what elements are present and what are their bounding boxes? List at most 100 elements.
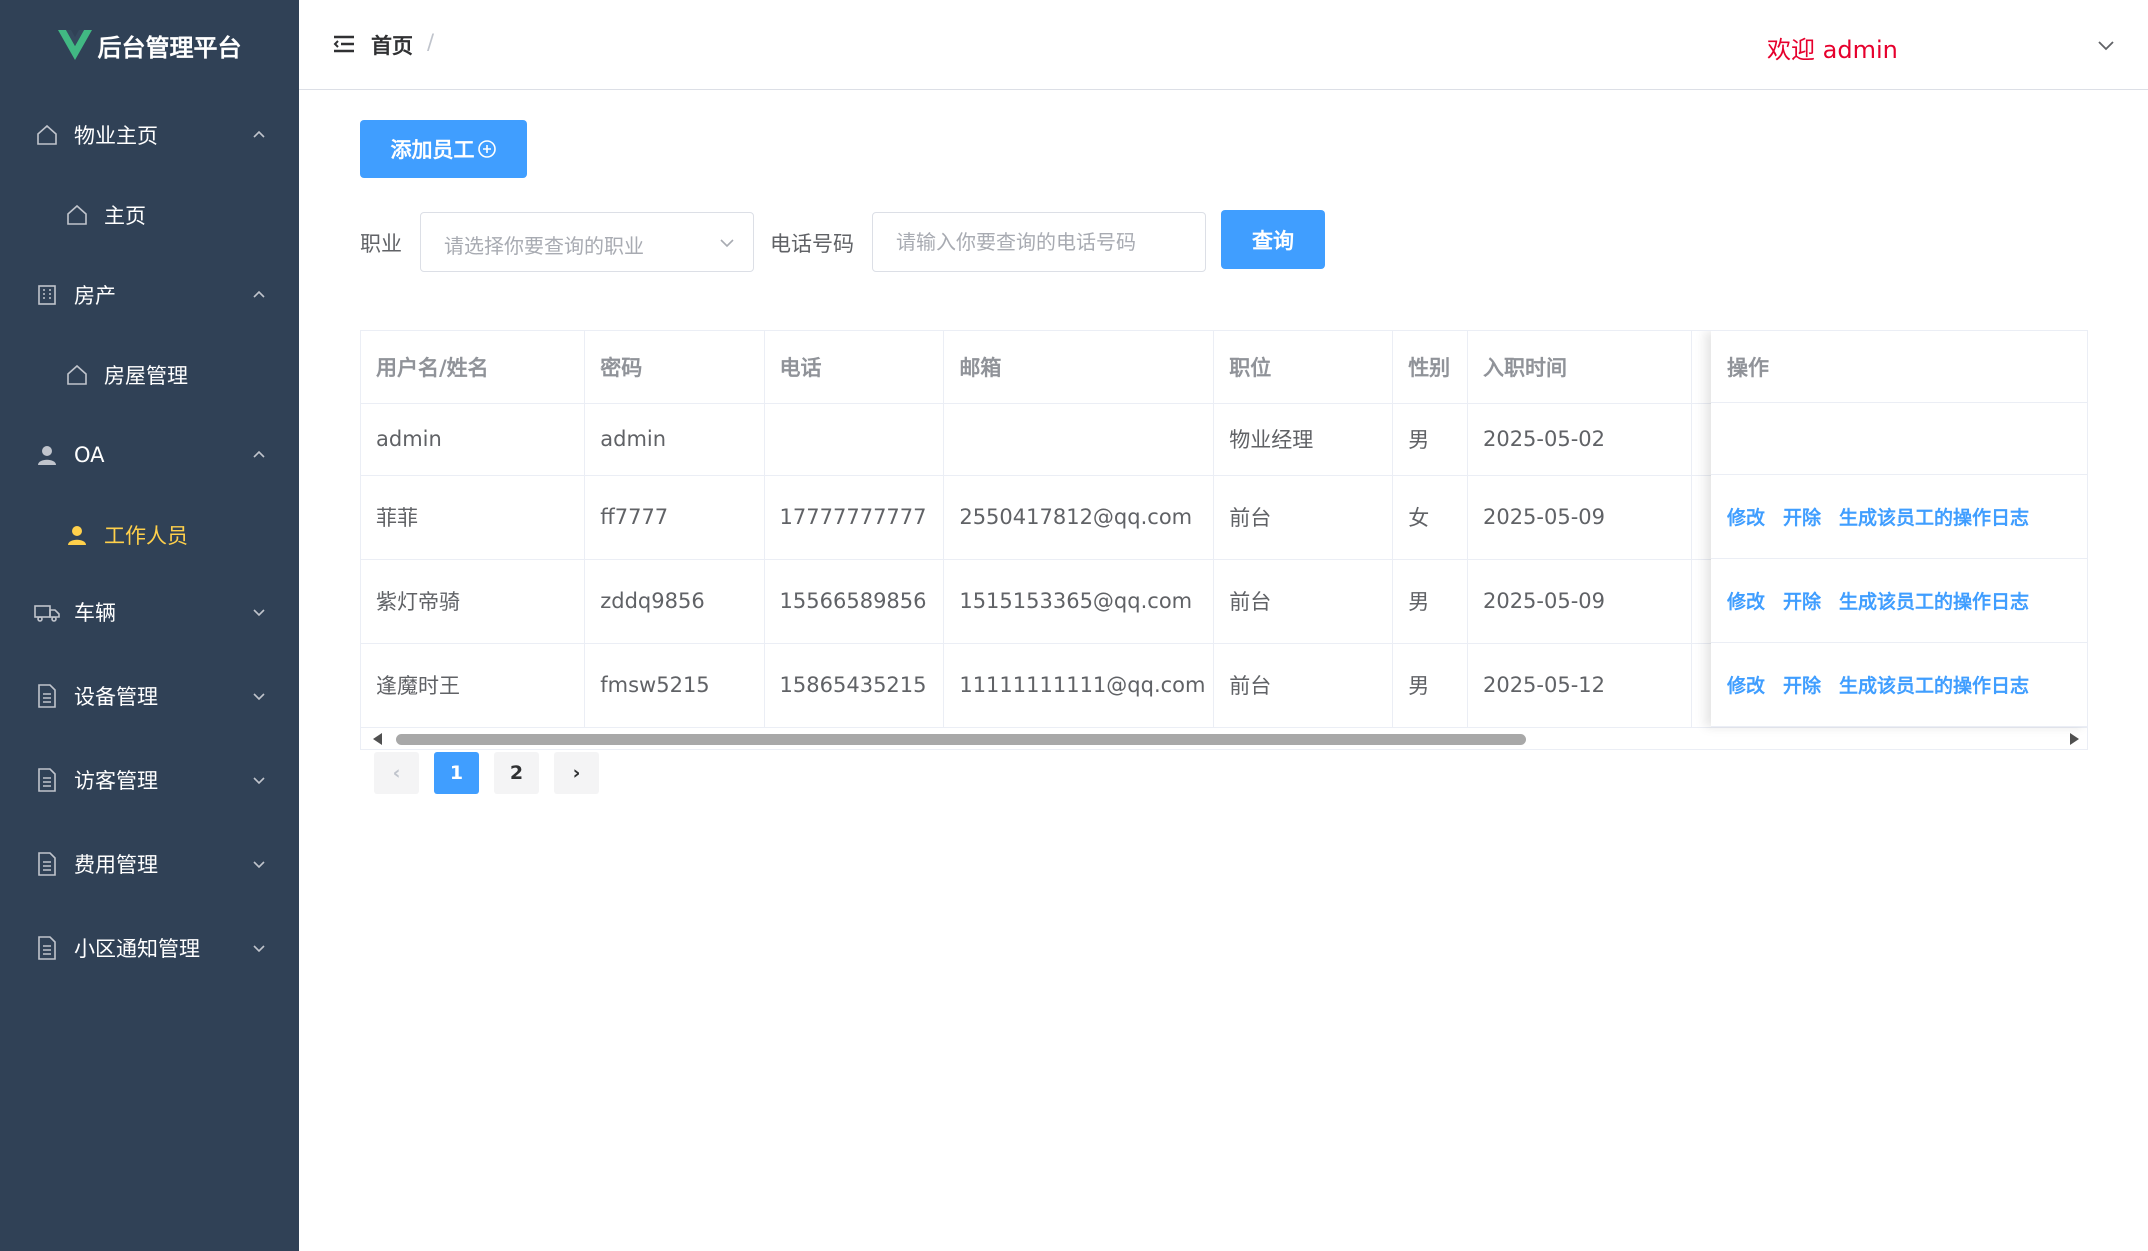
cell-phone: 17777777777: [764, 475, 945, 560]
app-logo: 后台管理平台: [0, 0, 299, 90]
prev-page-button[interactable]: ‹: [374, 752, 419, 794]
sidebar: 后台管理平台 物业主页 主页 房产 房屋管理 OA 工作人员 车辆 设备管理 访…: [0, 0, 299, 1251]
menu-fees[interactable]: 费用管理: [0, 824, 299, 904]
cell-password: zddq9856: [584, 559, 765, 644]
cell-name: 紫灯帝骑: [361, 559, 586, 644]
cell-name: 菲菲: [361, 475, 586, 560]
pagination: ‹ 1 2 ›: [374, 752, 599, 794]
job-label: 职业: [360, 232, 402, 256]
menu-label: 房产: [74, 284, 116, 308]
cell-phone: 15865435215: [764, 643, 945, 728]
actions-cell: 修改 开除 生成该员工的操作日志: [1711, 643, 2087, 727]
truck-icon: [34, 599, 60, 625]
chevron-down-icon: [253, 945, 265, 953]
menu-label: OA: [74, 443, 105, 467]
chevron-down-icon: [253, 777, 265, 785]
column-header: 用户名/姓名: [361, 331, 586, 404]
breadcrumb-separator: /: [427, 30, 435, 54]
column-header: 入职时间: [1467, 331, 1692, 404]
actions-cell: 修改 开除 生成该员工的操作日志: [1711, 559, 2087, 643]
column-header: 职位: [1213, 331, 1394, 404]
document-icon: [34, 935, 60, 961]
cell-gender: 男: [1392, 403, 1468, 476]
menu-label: 主页: [104, 204, 146, 228]
column-header: 密码: [584, 331, 765, 404]
query-button[interactable]: 查询: [1221, 210, 1325, 269]
fire-link[interactable]: 开除: [1783, 587, 1821, 614]
phone-label: 电话号码: [770, 232, 854, 256]
cell-email: 1515153365@qq.com: [943, 559, 1215, 644]
house-icon: [34, 122, 60, 148]
menu-equipment[interactable]: 设备管理: [0, 656, 299, 736]
cell-position: 物业经理: [1213, 403, 1394, 476]
menu-visitors[interactable]: 访客管理: [0, 740, 299, 820]
chevron-up-icon: [253, 450, 265, 458]
menu-label: 工作人员: [104, 524, 188, 548]
sidebar-item-staff[interactable]: 工作人员: [0, 495, 299, 575]
chevron-down-icon: [253, 609, 265, 617]
chevron-down-icon: [720, 239, 734, 248]
menu-vehicles[interactable]: 车辆: [0, 572, 299, 652]
chevron-down-icon[interactable]: [2097, 38, 2115, 52]
chevron-up-icon: [253, 130, 265, 138]
page-button-1[interactable]: 1: [434, 752, 479, 794]
job-select[interactable]: 请选择你要查询的职业: [420, 212, 754, 272]
cell-email: 11111111111@qq.com: [943, 643, 1215, 728]
actions-cell: 修改 开除 生成该员工的操作日志: [1711, 475, 2087, 559]
vue-logo-icon: [57, 30, 92, 60]
menu-property-home[interactable]: 物业主页: [0, 95, 299, 175]
cell-date: 2025-05-02: [1467, 403, 1692, 476]
fire-link[interactable]: 开除: [1783, 671, 1821, 698]
scroll-left-arrow-icon[interactable]: [373, 733, 382, 745]
menu-label: 物业主页: [74, 124, 158, 148]
house-icon: [64, 362, 90, 388]
add-employee-label: 添加员工: [390, 138, 475, 162]
phone-input[interactable]: [872, 212, 1206, 272]
cell-position: 前台: [1213, 643, 1394, 728]
scroll-right-arrow-icon[interactable]: [2070, 733, 2079, 745]
cell-position: 前台: [1213, 559, 1394, 644]
log-link[interactable]: 生成该员工的操作日志: [1839, 671, 2029, 698]
menu-label: 小区通知管理: [74, 937, 200, 961]
cell-phone: 15566589856: [764, 559, 945, 644]
document-icon: [34, 767, 60, 793]
cell-gender: 男: [1392, 643, 1468, 728]
app-title: 后台管理平台: [97, 33, 242, 62]
menu-label: 访客管理: [74, 769, 158, 793]
menu-fold-icon[interactable]: [333, 34, 355, 54]
log-link[interactable]: 生成该员工的操作日志: [1839, 503, 2029, 530]
breadcrumb[interactable]: 首页: [371, 30, 413, 60]
cell-name: 逢魔时王: [361, 643, 586, 728]
menu-notices[interactable]: 小区通知管理: [0, 908, 299, 988]
job-select-placeholder: 请选择你要查询的职业: [444, 234, 644, 258]
cell-date: 2025-05-12: [1467, 643, 1692, 728]
user-icon: [34, 442, 60, 468]
column-header: 性别: [1392, 331, 1468, 404]
menu-label: 费用管理: [74, 853, 158, 877]
fire-link[interactable]: 开除: [1783, 503, 1821, 530]
scrollbar-thumb[interactable]: [396, 734, 1526, 745]
menu-label: 车辆: [74, 601, 116, 625]
add-employee-button[interactable]: 添加员工: [360, 120, 527, 178]
plus-circle-icon: [477, 140, 496, 158]
actions-header: 操作: [1711, 331, 2087, 403]
edit-link[interactable]: 修改: [1727, 587, 1765, 614]
menu-label: 设备管理: [74, 685, 158, 709]
actions-column: 操作 修改 开除 生成该员工的操作日志 修改 开除 生成该员工的操作日志 修改 …: [1711, 331, 2087, 727]
welcome-text[interactable]: 欢迎 admin: [1767, 30, 1898, 65]
cell-password: ff7777: [584, 475, 765, 560]
edit-link[interactable]: 修改: [1727, 671, 1765, 698]
edit-link[interactable]: 修改: [1727, 503, 1765, 530]
menu-oa[interactable]: OA: [0, 415, 299, 495]
next-page-button[interactable]: ›: [554, 752, 599, 794]
horizontal-scrollbar[interactable]: [361, 727, 2087, 749]
document-icon: [34, 851, 60, 877]
page-button-2[interactable]: 2: [494, 752, 539, 794]
chevron-down-icon: [253, 693, 265, 701]
cell-phone: [764, 403, 945, 476]
user-icon: [64, 522, 90, 548]
menu-real-estate[interactable]: 房产: [0, 255, 299, 335]
sidebar-item-house-management[interactable]: 房屋管理: [0, 335, 299, 415]
sidebar-item-home[interactable]: 主页: [0, 175, 299, 255]
log-link[interactable]: 生成该员工的操作日志: [1839, 587, 2029, 614]
